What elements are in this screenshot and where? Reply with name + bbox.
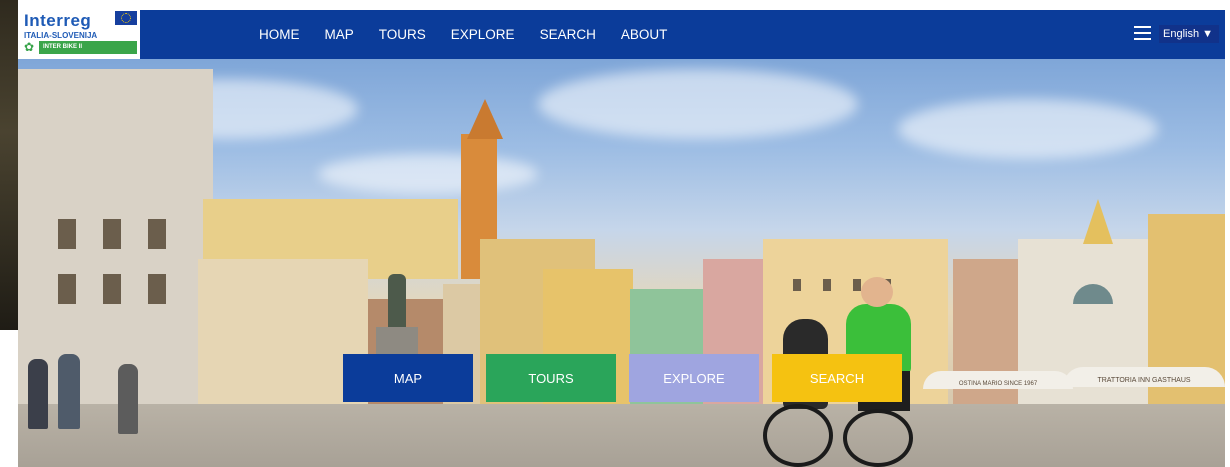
hero-button-group: MAP TOURS EXPLORE SEARCH	[343, 354, 902, 402]
nav-map[interactable]: MAP	[325, 27, 354, 42]
sign-gasthaus: GASTHAUS	[1152, 377, 1191, 384]
leaf-icon: ✿	[24, 40, 35, 54]
sign-trattoria: TRATTORIA	[1097, 377, 1137, 384]
hero-tours-button[interactable]: TOURS	[486, 354, 616, 402]
cyclist-head	[861, 277, 893, 307]
hamburger-menu-icon[interactable]	[1134, 26, 1151, 40]
hero-image: OSTINA MARIO SINCE 1967 TRATTORIA INN GA…	[18, 59, 1225, 467]
pedestrian	[118, 364, 138, 434]
logo-region: ITALIA-SLOVENIJA	[24, 31, 98, 40]
cloud	[898, 99, 1158, 159]
interreg-logo[interactable]: Interreg ITALIA-SLOVENIJA ✿ INTER BIKE I…	[18, 10, 140, 59]
sign-inn: INN	[1138, 377, 1151, 384]
logo-brand: Interreg	[24, 11, 92, 30]
hero-search-button[interactable]: SEARCH	[772, 354, 902, 402]
bicycle-wheel	[763, 404, 833, 467]
statue	[388, 274, 406, 329]
nav-tours[interactable]: TOURS	[379, 27, 426, 42]
background-photo-edge	[0, 0, 18, 330]
language-select[interactable]: English ▼	[1159, 25, 1219, 43]
hero-explore-button[interactable]: EXPLORE	[629, 354, 759, 402]
pedestrian	[28, 359, 48, 429]
nav-search[interactable]: SEARCH	[540, 27, 596, 42]
pedestrian	[58, 354, 80, 429]
bicycle-wheel	[843, 409, 913, 467]
eu-flag-icon	[115, 11, 137, 25]
cafe-umbrella: TRATTORIA INN GASTHAUS	[1063, 367, 1225, 387]
cloud	[538, 69, 858, 139]
square-pavement	[18, 404, 1225, 467]
cloud	[318, 154, 538, 194]
church-spire	[1083, 199, 1113, 244]
cafe-umbrella: OSTINA MARIO SINCE 1967	[923, 371, 1073, 389]
site-header: Interreg ITALIA-SLOVENIJA ✿ INTER BIKE I…	[18, 10, 1225, 59]
sign-osteria: OSTINA MARIO SINCE 1967	[958, 381, 1038, 387]
nav-home[interactable]: HOME	[259, 27, 300, 42]
tower-spire	[467, 99, 503, 139]
nav-explore[interactable]: EXPLORE	[451, 27, 515, 42]
hero-map-button[interactable]: MAP	[343, 354, 473, 402]
palace-building	[18, 69, 213, 404]
logo-project: INTER BIKE II	[39, 41, 137, 54]
main-nav: HOME MAP TOURS EXPLORE SEARCH ABOUT	[259, 10, 667, 59]
nav-about[interactable]: ABOUT	[621, 27, 668, 42]
